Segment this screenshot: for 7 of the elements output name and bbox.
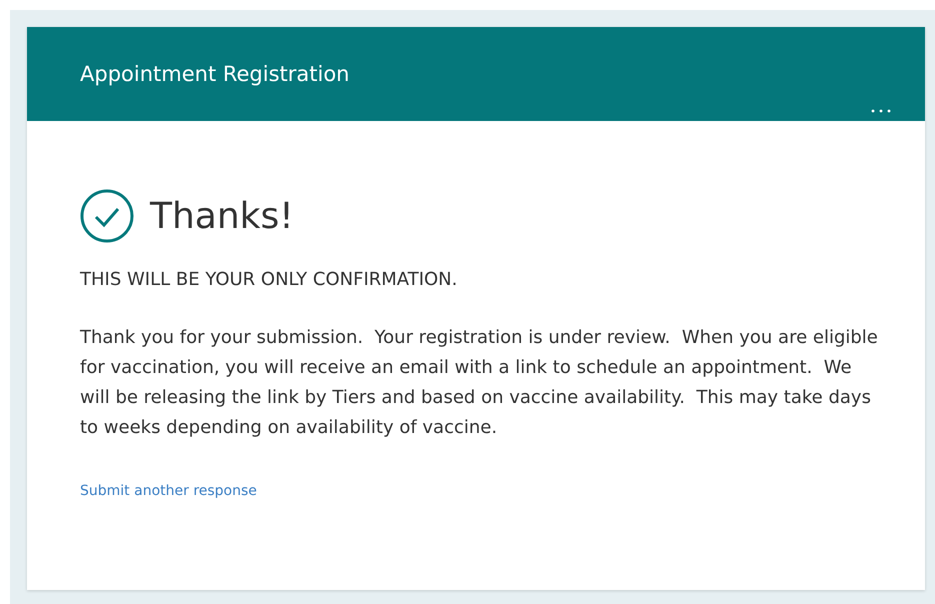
thanks-heading: Thanks! (150, 196, 294, 236)
form-title: Appointment Registration (80, 62, 350, 86)
confirmation-notice: THIS WILL BE YOUR ONLY CONFIRMATION. (80, 269, 458, 290)
submit-another-link[interactable]: Submit another response (80, 483, 257, 499)
more-icon[interactable] (871, 109, 891, 113)
confirmation-message: Thank you for your submission. Your registration is under review. When you are eligible for vaccination, you will receive an email with a link to schedule an appointment. We will be releasing the link by Tiers and based on vaccine availability. This may take days to weeks depending on availability of vaccine. (80, 326, 879, 440)
check-circle-icon (80, 189, 134, 243)
